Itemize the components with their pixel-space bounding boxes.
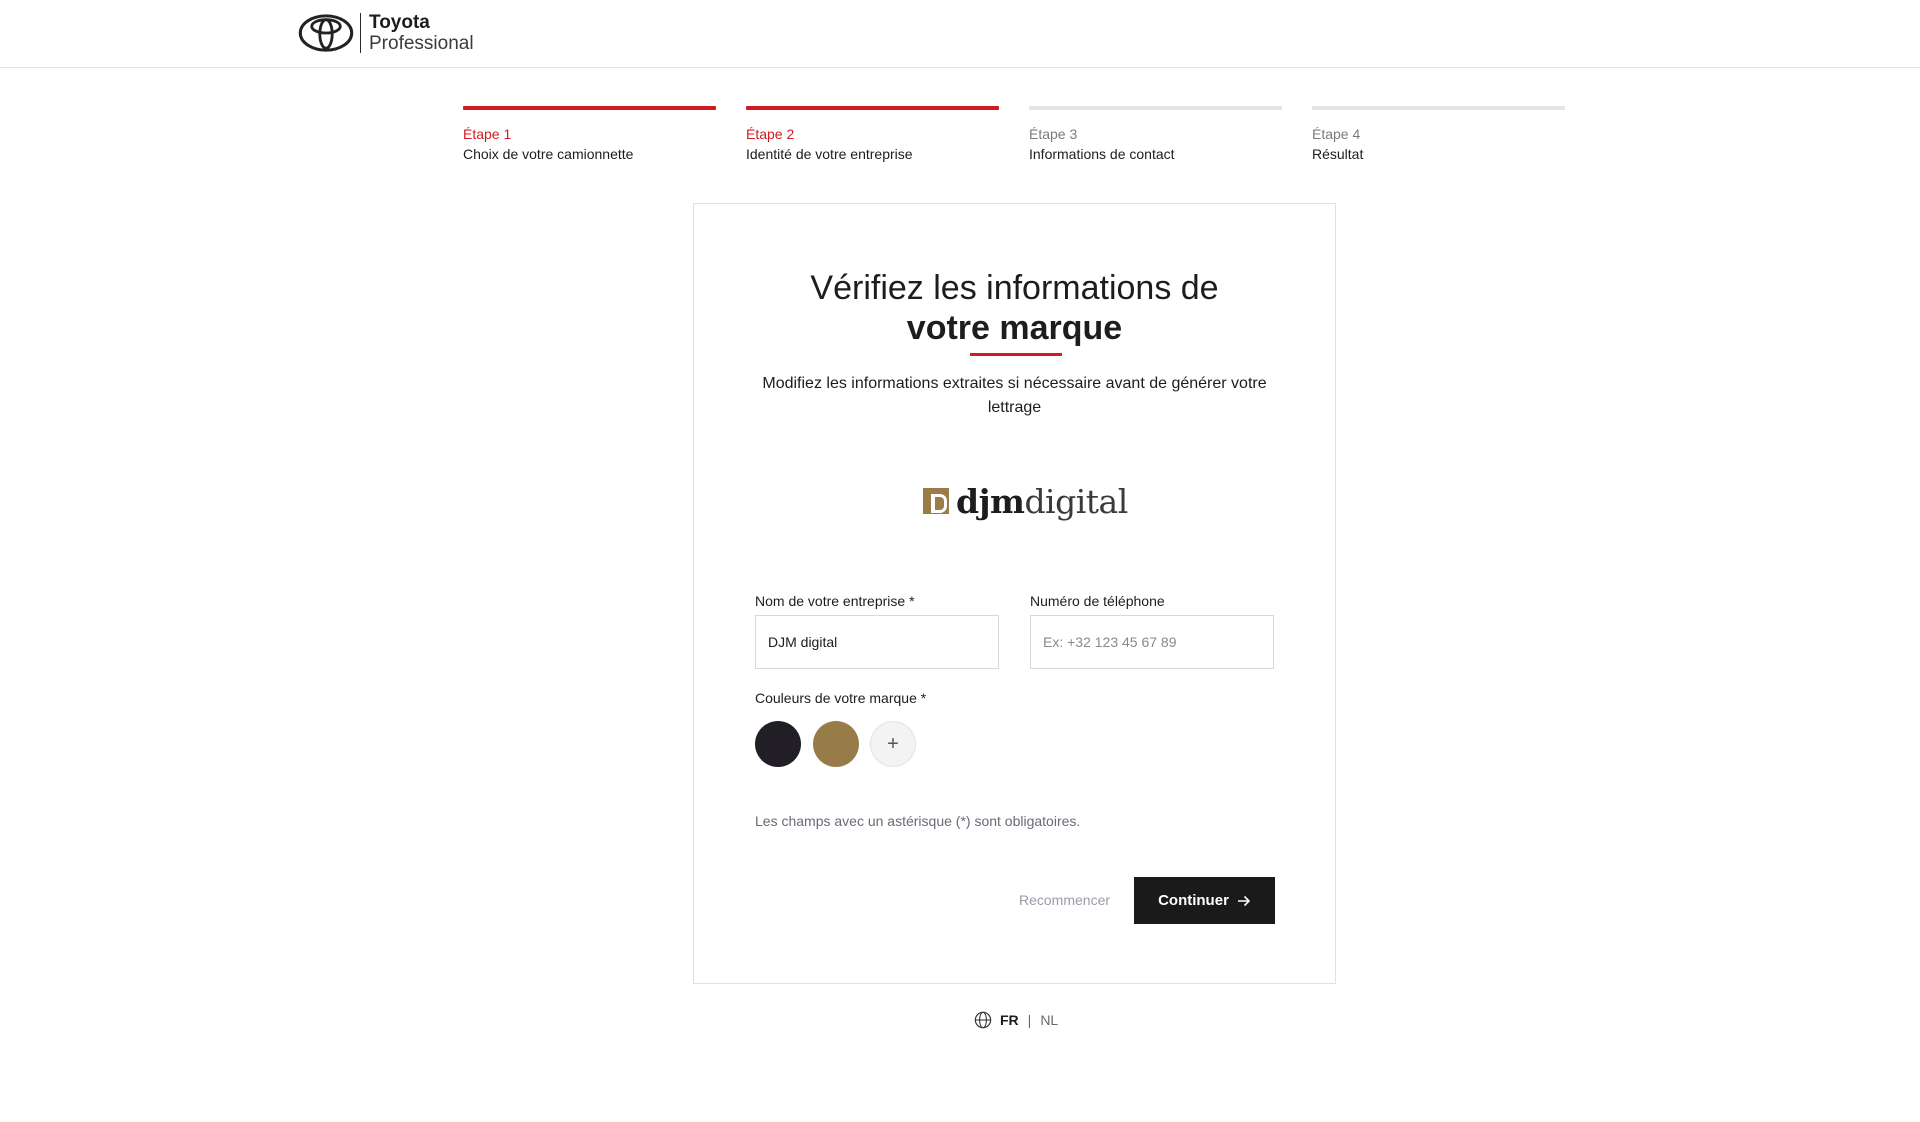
title-underline <box>970 353 1062 356</box>
page-title-line2: votre marque <box>906 309 1123 347</box>
page-title-line1: Vérifiez les informations de <box>810 269 1219 307</box>
step-1-label: Choix de votre camionnette <box>463 146 634 162</box>
company-logo-bold: djm <box>956 481 1025 521</box>
brand-colors-label: Couleurs de votre marque * <box>755 690 927 706</box>
step-3-bar <box>1029 106 1282 110</box>
company-logo-regular: digital <box>1024 481 1128 521</box>
step-2-label: Identité de votre entreprise <box>746 146 913 162</box>
step-4-number: Étape 4 <box>1312 126 1361 142</box>
page-subtitle: Modifiez les informations extraites si n… <box>762 375 1267 416</box>
phone-input[interactable] <box>1030 615 1274 669</box>
step-1-bar <box>463 106 716 110</box>
restart-button[interactable]: Recommencer <box>1019 877 1110 923</box>
company-name-label: Nom de votre entreprise * <box>755 593 915 609</box>
step-1[interactable]: Étape 1 Choix de votre camionnette <box>463 106 716 162</box>
step-3-label: Informations de contact <box>1029 146 1175 162</box>
brand-color-swatch[interactable] <box>813 721 859 767</box>
language-switcher: FR | NL <box>974 1011 1058 1029</box>
brand-name: Toyota Professional <box>369 12 474 54</box>
arrow-right-icon <box>1237 895 1251 906</box>
brand-verification-card: Vérifiez les informations de votre marqu… <box>693 203 1336 984</box>
page-title: Vérifiez les informations de votre marqu… <box>694 268 1335 348</box>
company-logo-mark <box>923 488 949 514</box>
brand-separator <box>360 13 361 53</box>
step-3-number: Étape 3 <box>1029 126 1078 142</box>
step-3: Étape 3 Informations de contact <box>1029 106 1282 162</box>
company-logo-wordmark: djmdigital <box>956 482 1128 521</box>
add-color-button[interactable]: + <box>870 721 916 767</box>
step-2-bar <box>746 106 999 110</box>
toyota-professional-logo[interactable]: Toyota Professional <box>297 12 474 54</box>
continue-button[interactable]: Continuer <box>1134 877 1275 924</box>
step-4-label: Résultat <box>1312 146 1364 162</box>
step-4: Étape 4 Résultat <box>1312 106 1565 162</box>
brand-line2: Professional <box>369 33 474 54</box>
phone-label: Numéro de téléphone <box>1030 593 1165 609</box>
step-1-number: Étape 1 <box>463 126 512 142</box>
required-fields-note: Les champs avec un astérisque (*) sont o… <box>755 813 1081 829</box>
brand-line1: Toyota <box>369 12 430 33</box>
step-2[interactable]: Étape 2 Identité de votre entreprise <box>746 106 999 162</box>
lang-fr-link[interactable]: FR <box>1000 1012 1019 1028</box>
continue-label: Continuer <box>1158 892 1229 909</box>
company-logo: djmdigital <box>923 479 1128 523</box>
site-header: Toyota Professional <box>0 0 1920 68</box>
brand-color-swatch[interactable] <box>755 721 801 767</box>
lang-separator: | <box>1027 1012 1032 1028</box>
toyota-emblem-icon <box>298 14 354 52</box>
plus-icon: + <box>887 732 899 755</box>
globe-icon <box>974 1011 992 1029</box>
step-2-number: Étape 2 <box>746 126 795 142</box>
step-4-bar <box>1312 106 1565 110</box>
lang-nl-link[interactable]: NL <box>1040 1012 1058 1028</box>
company-name-input[interactable] <box>755 615 999 669</box>
progress-steps: Étape 1 Choix de votre camionnette Étape… <box>463 106 1565 162</box>
